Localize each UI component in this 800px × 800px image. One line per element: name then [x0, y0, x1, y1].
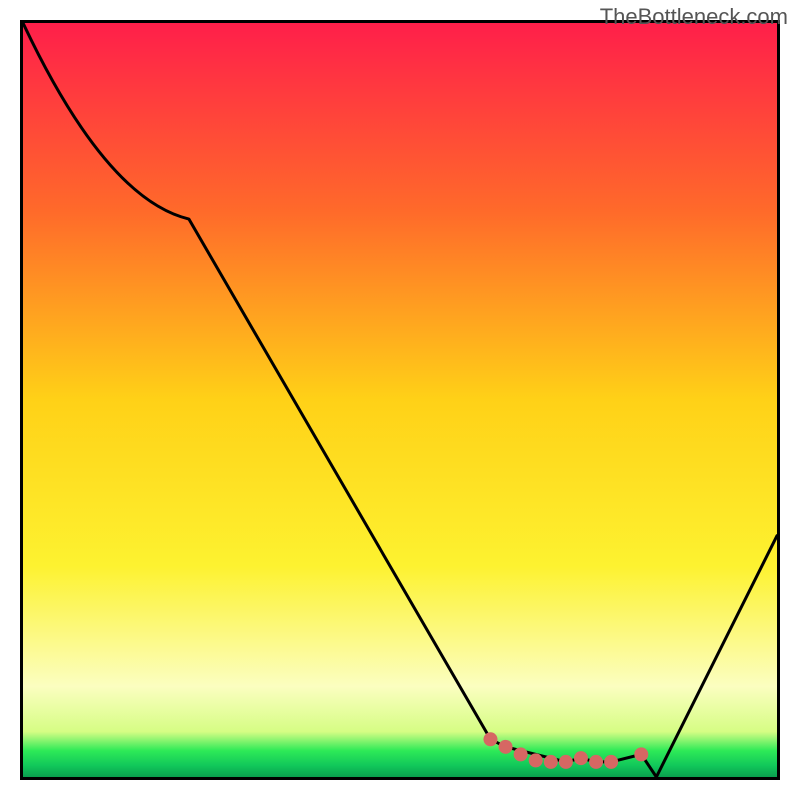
- plot-area: [20, 20, 780, 780]
- watermark-text: TheBottleneck.com: [600, 4, 788, 30]
- marker-point: [483, 732, 497, 746]
- marker-point: [514, 747, 528, 761]
- marker-point: [634, 747, 648, 761]
- chart-container: TheBottleneck.com: [0, 0, 800, 800]
- marker-point: [544, 755, 558, 769]
- marker-point: [604, 755, 618, 769]
- curve-markers: [483, 732, 648, 769]
- bottleneck-curve: [23, 23, 777, 777]
- marker-point: [559, 755, 573, 769]
- marker-point: [529, 753, 543, 767]
- curve-layer: [23, 23, 777, 777]
- marker-point: [589, 755, 603, 769]
- marker-point: [574, 751, 588, 765]
- marker-point: [499, 740, 513, 754]
